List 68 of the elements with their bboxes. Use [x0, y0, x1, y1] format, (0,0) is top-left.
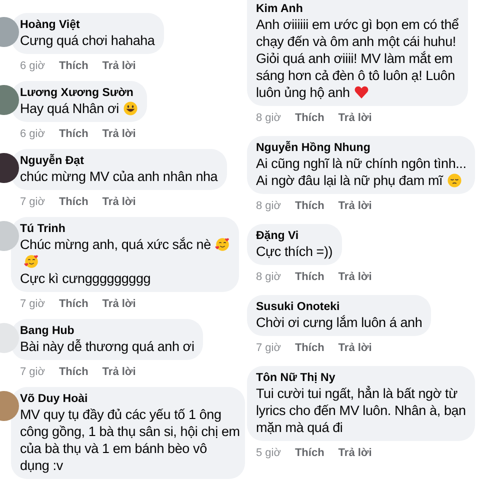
comment-text: sáng hơn cả đèn ô tô luôn ạ! Luôn [256, 68, 455, 83]
commenter-name[interactable]: Tú Trinh [20, 222, 230, 236]
timestamp: 7 giờ [20, 195, 45, 210]
reply-link[interactable]: Trả lời [338, 269, 372, 285]
heart-icon [354, 85, 369, 100]
like-link[interactable]: Thích [294, 269, 324, 285]
commenter-name[interactable]: Bang Hub [20, 324, 194, 338]
smiling-hearts-icon [24, 254, 39, 269]
like-link[interactable]: Thích [294, 445, 324, 461]
reply-link[interactable]: Trả lời [102, 126, 136, 142]
comment-text: Chời ơi cưng lắm luôn á anh [256, 315, 422, 330]
reply-link[interactable]: Trả lời [102, 296, 136, 312]
like-link[interactable]: Thích [58, 58, 88, 74]
comment-text: Giỏi quá anh ơiiii! MV làm mắt em [256, 51, 453, 66]
commenter-name[interactable]: Đặng Vi [256, 229, 333, 243]
comment-text: Cực kì cưnggggggggg [20, 271, 151, 286]
comment-text: Ai cũng nghĩ là nữ chính ngôn tình... [256, 156, 466, 171]
reply-link[interactable]: Trả lời [338, 340, 372, 356]
commenter-name[interactable]: Lương Xương Sườn [20, 86, 138, 100]
comment-text: của bà thụ và 1 em bánh bèo vô [20, 441, 207, 456]
commenter-name[interactable]: Nguyễn Hồng Nhung [256, 141, 466, 155]
timestamp: 7 giờ [20, 297, 45, 312]
like-link[interactable]: Thích [58, 194, 88, 210]
timestamp: 6 giờ [20, 59, 45, 74]
timestamp: 8 giờ [256, 270, 281, 285]
reply-link[interactable]: Trả lời [102, 194, 136, 210]
commenter-name[interactable]: Susuki Onoteki [256, 300, 422, 314]
like-link[interactable]: Thích [58, 126, 88, 142]
comment-text: chạy đến và ôm anh một cái huhu! [256, 34, 456, 49]
commenter-name[interactable]: Võ Duy Hoài [20, 392, 236, 406]
like-link[interactable]: Thích [58, 364, 88, 380]
reply-link[interactable]: Trả lời [338, 198, 372, 214]
pensive-face-icon [446, 173, 462, 188]
like-link[interactable]: Thích [294, 110, 324, 126]
comment-text: chúc mừng MV của anh nhân nha [20, 169, 218, 184]
comment-text: Cực thích =)) [256, 244, 333, 259]
commenter-name[interactable]: Tôn Nữ Thị Ny [256, 371, 466, 385]
like-link[interactable]: Thích [294, 340, 324, 356]
timestamp: 7 giờ [20, 365, 45, 380]
comment-text: MV quy tụ đầy đủ các yếu tố 1 ông [20, 407, 222, 422]
timestamp: 5 giờ [256, 446, 281, 461]
like-link[interactable]: Thích [294, 198, 324, 214]
timestamp: 6 giờ [20, 127, 45, 142]
comment-text: công gồng, 1 bà thụ sân si, hội chị em [20, 424, 240, 439]
comment-text: mặn mà quá đi [256, 420, 343, 435]
comment-text: Chúc mừng anh, quá xức sắc nè [20, 237, 211, 252]
comment-text: Anh ơiiiiii em ước gì bọn em có thể [256, 17, 459, 32]
comment-text: dụng :v [20, 458, 63, 473]
commenter-name[interactable]: Nguyễn Đạt [20, 154, 218, 168]
commenter-name[interactable]: Hoàng Việt [20, 18, 155, 32]
comment-text: luôn ủng hộ anh [256, 85, 350, 100]
comment-text: Tui cười tui ngất, hẳn là bất ngờ từ [256, 386, 458, 401]
commenter-name[interactable]: Kim Anh [256, 2, 459, 16]
timestamp: 8 giờ [256, 111, 281, 126]
comment-text: Bài này dễ thương quá anh ơi [20, 339, 194, 354]
reply-link[interactable]: Trả lời [338, 445, 372, 461]
reply-link[interactable]: Trả lời [102, 58, 136, 74]
comment-text: Hay quá Nhân ơi [20, 101, 119, 116]
timestamp: 7 giờ [256, 341, 281, 356]
comment-text: lyrics cho đến MV luôn. Nhân à, bạn [256, 403, 466, 418]
reply-link[interactable]: Trả lời [102, 364, 136, 380]
timestamp: 8 giờ [256, 199, 281, 214]
like-link[interactable]: Thích [58, 296, 88, 312]
reply-link[interactable]: Trả lời [338, 110, 372, 126]
smiley-icon [122, 101, 138, 116]
comment-text: Ai ngờ đâu lại là nữ phụ đam mĩ [256, 173, 443, 188]
comment-text: Cưng quá chơi hahaha [20, 33, 155, 48]
smiling-hearts-icon [214, 237, 230, 252]
